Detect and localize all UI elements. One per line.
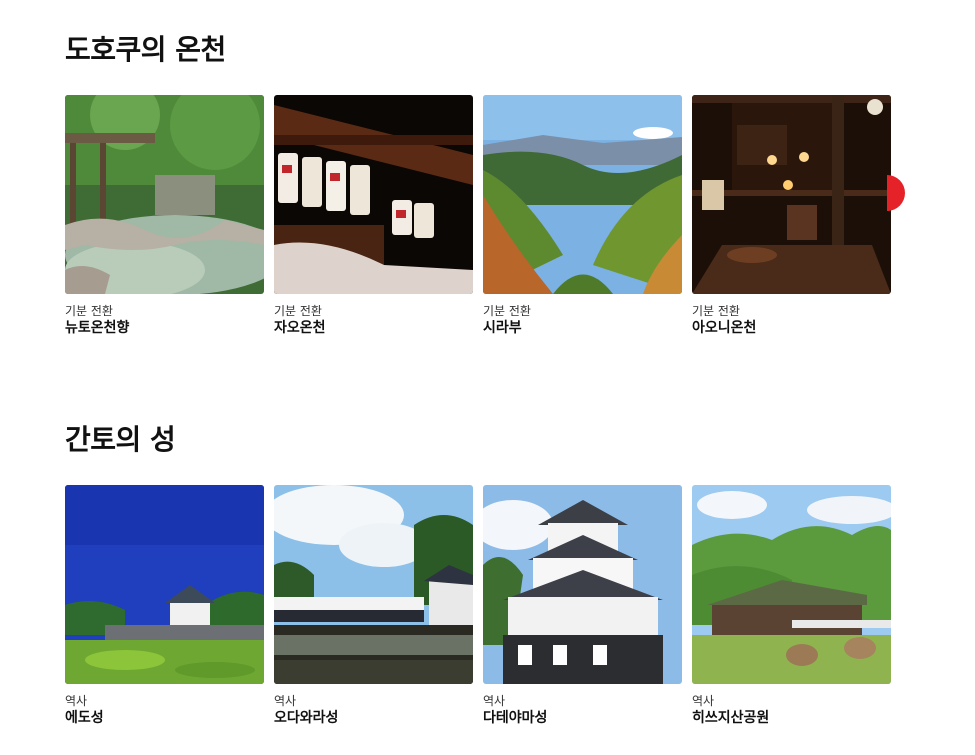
card-category: 역사: [274, 694, 297, 708]
card-name: 시라부: [483, 320, 522, 336]
section-title: 간토의 성: [65, 423, 176, 456]
card-name: 아오니온천: [692, 320, 757, 336]
place-card[interactable]: 기분 전환 뉴토온천향: [65, 95, 264, 337]
card-image[interactable]: [483, 95, 682, 294]
card-list: 기분 전환 뉴토온천향 기분 전환 자오온천 기분 전환 시라부 기분 전환 아…: [65, 95, 891, 337]
place-card[interactable]: 역사 히쓰지산공원: [692, 485, 891, 727]
card-image[interactable]: [65, 95, 264, 294]
card-category: 역사: [692, 694, 715, 708]
card-image[interactable]: [692, 95, 891, 294]
card-image[interactable]: [274, 485, 473, 684]
card-image[interactable]: [274, 95, 473, 294]
card-category: 기분 전환: [65, 304, 113, 318]
card-image[interactable]: [483, 485, 682, 684]
card-name: 자오온천: [274, 320, 326, 336]
section-title: 도호쿠의 온천: [65, 33, 226, 66]
carousel-next-button[interactable]: [887, 175, 905, 211]
place-card[interactable]: 기분 전환 아오니온천: [692, 95, 891, 337]
card-category: 기분 전환: [483, 304, 531, 318]
card-list: 역사 에도성 역사 오다와라성 역사 다테야마성 역사 히쓰지산공원: [65, 485, 891, 727]
card-name: 오다와라성: [274, 710, 339, 726]
place-card[interactable]: 기분 전환 시라부: [483, 95, 682, 337]
card-image[interactable]: [65, 485, 264, 684]
place-card[interactable]: 역사 에도성: [65, 485, 264, 727]
card-image[interactable]: [692, 485, 891, 684]
place-card[interactable]: 역사 다테야마성: [483, 485, 682, 727]
card-name: 뉴토온천향: [65, 320, 130, 336]
card-category: 기분 전환: [274, 304, 322, 318]
card-name: 히쓰지산공원: [692, 710, 770, 726]
card-name: 에도성: [65, 710, 104, 726]
card-category: 역사: [65, 694, 88, 708]
place-card[interactable]: 역사 오다와라성: [274, 485, 473, 727]
card-category: 기분 전환: [692, 304, 740, 318]
card-name: 다테야마성: [483, 710, 548, 726]
card-category: 역사: [483, 694, 506, 708]
place-card[interactable]: 기분 전환 자오온천: [274, 95, 473, 337]
chevron-right-icon: [887, 175, 905, 211]
